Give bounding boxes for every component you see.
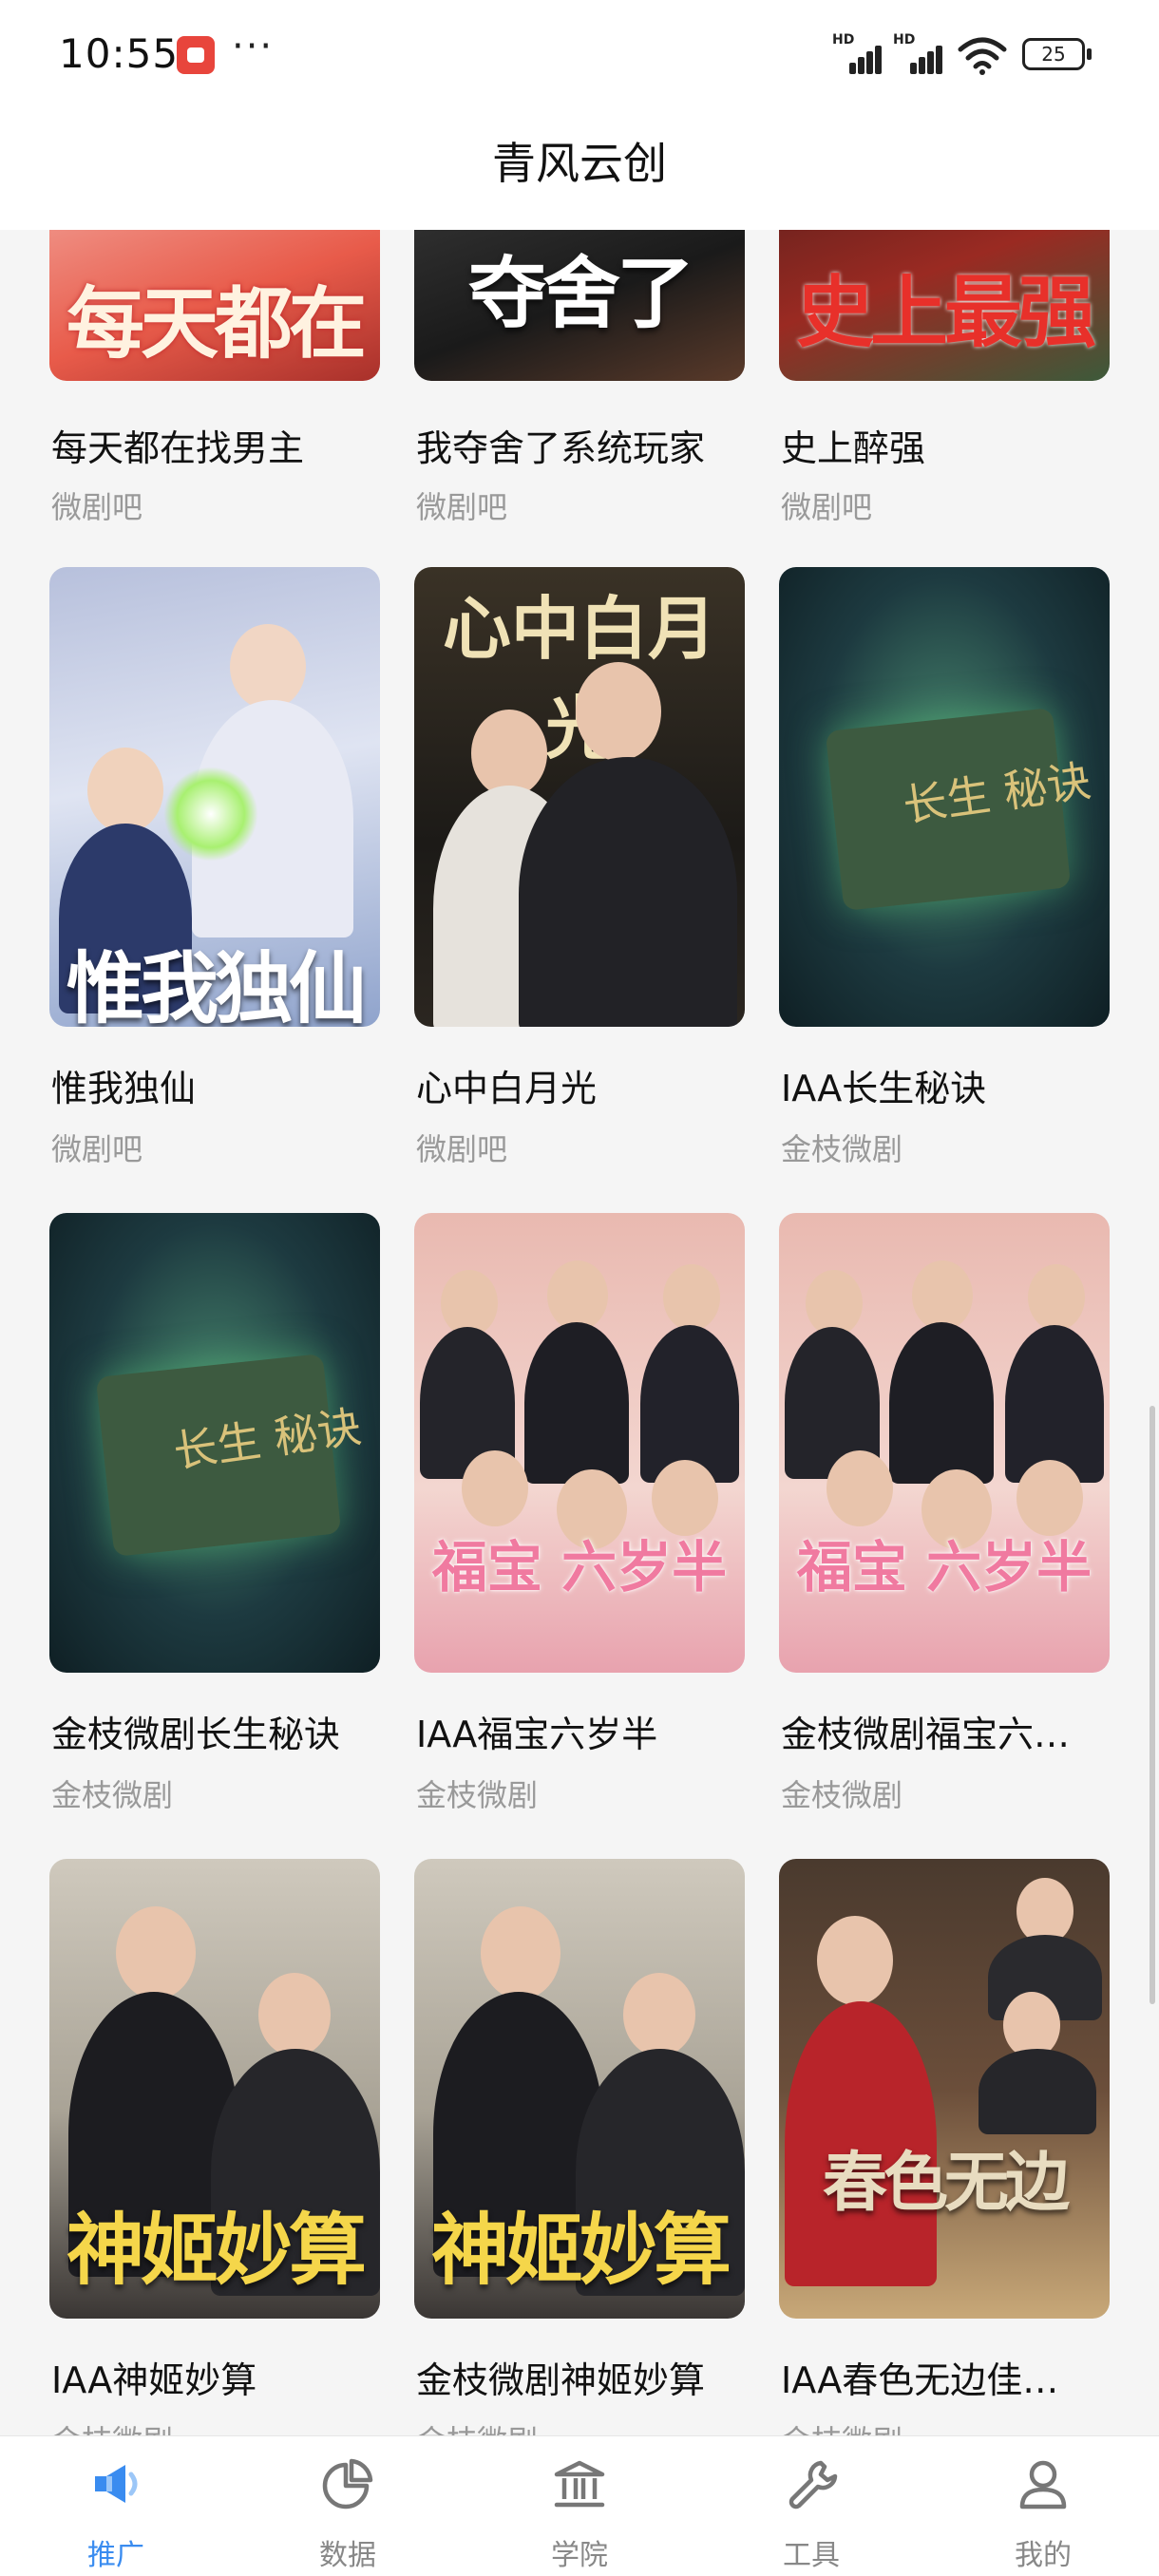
drama-source: 金枝微剧 xyxy=(416,2417,538,2435)
drama-cover[interactable]: 神姬妙算 xyxy=(49,1859,380,2319)
drama-cover[interactable]: 福宝 六岁半 xyxy=(779,1213,1110,1673)
scrollbar[interactable] xyxy=(1150,1406,1155,2004)
drama-title: 我夺舍了系统玩家 xyxy=(416,427,706,469)
drama-grid: 每天都在 每天都在找男主 微剧吧 夺舍了 我夺舍了系统玩家 微剧吧 史上最强 史… xyxy=(0,230,1159,2435)
drama-cover[interactable]: 福宝 六岁半 xyxy=(414,1213,745,1673)
status-time: 10:55 xyxy=(59,30,180,77)
megaphone-icon xyxy=(95,2465,138,2503)
top-bar: 10:55 ··· HD HD 25 青风云创 xyxy=(0,0,1159,230)
nav-item-mine[interactable]: 我的 xyxy=(927,2436,1159,2576)
drama-cover[interactable]: 心中白月光 xyxy=(414,567,745,1027)
drama-source: 微剧吧 xyxy=(781,489,873,525)
page-title: 青风云创 xyxy=(492,138,667,189)
nav-label: 我的 xyxy=(1015,2539,1072,2572)
nav-item-tools[interactable]: 工具 xyxy=(695,2436,927,2576)
drama-source: 微剧吧 xyxy=(416,489,508,525)
drama-source: 金枝微剧 xyxy=(781,1131,903,1167)
drama-title: 心中白月光 xyxy=(416,1068,598,1109)
drama-title: 史上醉强 xyxy=(781,427,926,469)
drama-source: 金枝微剧 xyxy=(781,1777,903,1813)
person-icon xyxy=(1019,2460,1067,2510)
drama-title: 金枝微剧长生秘诀 xyxy=(51,1714,341,1755)
drama-title: IAA春色无边佳… xyxy=(781,2359,1059,2401)
nav-label: 数据 xyxy=(319,2539,376,2572)
drama-cover[interactable]: 长生 秘诀 xyxy=(49,1213,380,1673)
drama-title: IAA神姬妙算 xyxy=(51,2359,257,2401)
nav-label: 学院 xyxy=(551,2539,608,2572)
drama-cover[interactable]: 春色无边 xyxy=(779,1859,1110,2319)
battery-icon: 25 xyxy=(1022,38,1092,70)
nav-item-academy[interactable]: 学院 xyxy=(464,2436,695,2576)
drama-cover[interactable]: 每天都在 xyxy=(49,230,380,381)
drama-source: 微剧吧 xyxy=(416,1131,508,1167)
drama-title: 每天都在找男主 xyxy=(51,427,305,469)
drama-title: 惟我独仙 xyxy=(51,1068,197,1109)
drama-source: 微剧吧 xyxy=(51,489,143,525)
school-building-icon xyxy=(554,2460,605,2508)
drama-source: 金枝微剧 xyxy=(781,2417,902,2435)
drama-source: 金枝微剧 xyxy=(416,1777,539,1813)
nav-label: 工具 xyxy=(783,2539,840,2572)
signal-icon-2: HD xyxy=(893,32,948,74)
status-bar: 10:55 ··· HD HD 25 xyxy=(0,0,1159,112)
nav-item-data[interactable]: 数据 xyxy=(232,2436,464,2576)
more-notifications-icon: ··· xyxy=(232,25,275,68)
pie-chart-icon xyxy=(322,2458,373,2510)
drama-title: 金枝微剧福宝六… xyxy=(781,1714,1071,1755)
drama-title: IAA长生秘诀 xyxy=(781,1068,987,1109)
wrench-icon xyxy=(788,2460,838,2510)
drama-cover[interactable]: 神姬妙算 xyxy=(414,1859,745,2319)
signal-icon: HD xyxy=(832,32,887,74)
drama-cover[interactable]: 惟我独仙 xyxy=(49,567,380,1027)
drama-source: 金枝微剧 xyxy=(51,1777,174,1813)
drama-title: 金枝微剧神姬妙算 xyxy=(416,2359,706,2401)
nav-label: 推广 xyxy=(87,2539,144,2572)
drama-cover[interactable]: 史上最强 xyxy=(779,230,1110,381)
drama-cover[interactable]: 夺舍了 xyxy=(414,230,745,381)
bottom-nav: 推广 数据 学院 工具 我的 xyxy=(0,2435,1159,2576)
wifi-icon xyxy=(958,37,1007,75)
drama-source: 金枝微剧 xyxy=(51,2417,173,2435)
battery-level: 25 xyxy=(1041,43,1066,66)
app-notification-icon xyxy=(177,36,215,74)
nav-item-promote[interactable]: 推广 xyxy=(0,2436,232,2576)
drama-cover[interactable]: 长生 秘诀 xyxy=(779,567,1110,1027)
drama-source: 微剧吧 xyxy=(51,1131,143,1167)
drama-title: IAA福宝六岁半 xyxy=(416,1714,658,1755)
